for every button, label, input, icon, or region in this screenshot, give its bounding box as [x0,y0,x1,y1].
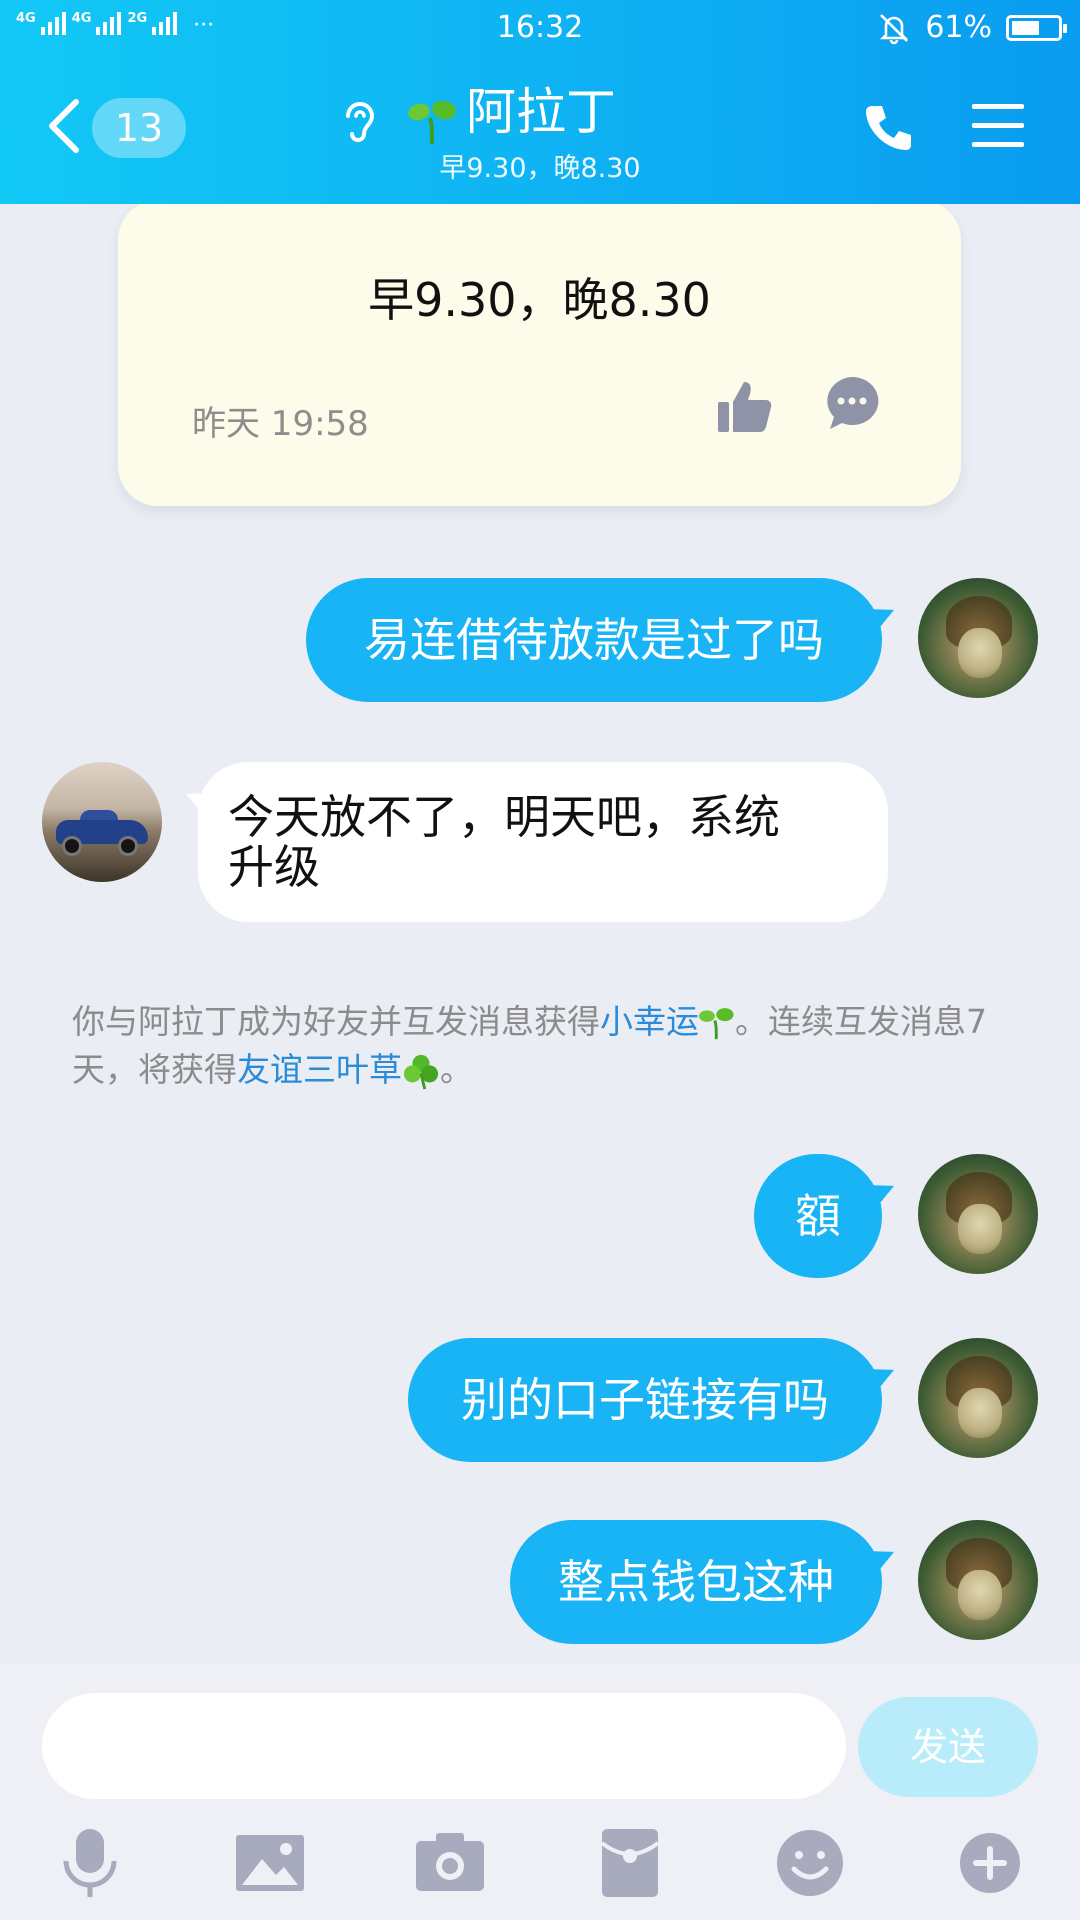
my-avatar[interactable] [918,578,1038,698]
message-text: 易连借待放款是过了吗 [364,613,824,667]
clover-link[interactable]: 友谊三叶草 [237,1050,402,1089]
status-right: 61% [877,10,1067,45]
pinned-timestamp: 昨天 19:58 [192,404,369,444]
ear-icon[interactable] [340,98,380,146]
message-text: 别的口子链接有吗 [461,1373,829,1427]
battery-icon [1006,14,1067,41]
message-text: 額 [795,1189,841,1243]
plus-icon[interactable] [952,1825,1028,1901]
red-packet-icon[interactable] [592,1825,668,1901]
avatar-car-shape [62,836,82,856]
pinned-status-card[interactable]: 早9.30，晚8.30 昨天 19:58 [118,204,961,506]
notice-text: 。 [440,1050,473,1089]
message-input[interactable] [42,1693,846,1799]
outgoing-message-bubble[interactable]: 額 [754,1154,882,1278]
send-button[interactable]: 发送 [858,1697,1038,1797]
chat-header: 4G 4G 2G ··· 16:32 61% 13 阿拉丁 早9.30，晚8.3… [0,0,1080,204]
notice-text: 你与阿拉丁成为好友并互发消息获得 [72,1002,600,1041]
menu-icon[interactable] [972,104,1024,148]
sprout-icon [699,1007,734,1039]
message-list[interactable]: 早9.30，晚8.30 昨天 19:58 易连借待放款是过了吗 今天放不了，明天… [0,204,1080,1665]
message-text-line: 今天放不了，明天吧，系统 [228,790,780,844]
my-avatar[interactable] [918,1520,1038,1640]
friend-avatar[interactable] [42,762,162,882]
avatar-car-shape [118,836,138,856]
system-notice: 你与阿拉丁成为好友并互发消息获得小幸运 。连续互发消息7天，将获得友谊三叶草。 [72,998,1012,1094]
message-text-line: 升级 [228,840,320,894]
phone-icon[interactable] [862,102,914,154]
battery-level [1012,20,1039,35]
comment-icon[interactable] [824,375,880,431]
outgoing-message-bubble[interactable]: 整点钱包这种 [510,1520,882,1644]
camera-icon[interactable] [412,1825,488,1901]
lucky-link[interactable]: 小幸运 [600,1002,699,1041]
outgoing-message-bubble[interactable]: 别的口子链接有吗 [408,1338,882,1462]
image-icon[interactable] [232,1825,308,1901]
battery-percent: 61% [925,10,992,45]
sprout-icon [408,100,456,145]
microphone-icon[interactable] [52,1825,128,1901]
my-avatar[interactable] [918,1338,1038,1458]
contact-status: 早9.30，晚8.30 [439,153,641,184]
clover-icon [403,1054,439,1089]
incoming-message-bubble[interactable]: 今天放不了，明天吧，系统 升级 [198,762,888,922]
emoji-icon[interactable] [772,1825,848,1901]
my-avatar[interactable] [918,1154,1038,1274]
bell-muted-icon [880,13,909,44]
status-bar: 4G 4G 2G ··· 16:32 61% [0,0,1080,58]
message-text: 整点钱包这种 [558,1555,834,1609]
outgoing-message-bubble[interactable]: 易连借待放款是过了吗 [306,578,882,702]
composer: 发送 [0,1665,1080,1920]
thumbs-up-icon[interactable] [716,378,774,436]
contact-name[interactable]: 阿拉丁 [466,80,616,144]
pinned-text: 早9.30，晚8.30 [368,273,711,327]
